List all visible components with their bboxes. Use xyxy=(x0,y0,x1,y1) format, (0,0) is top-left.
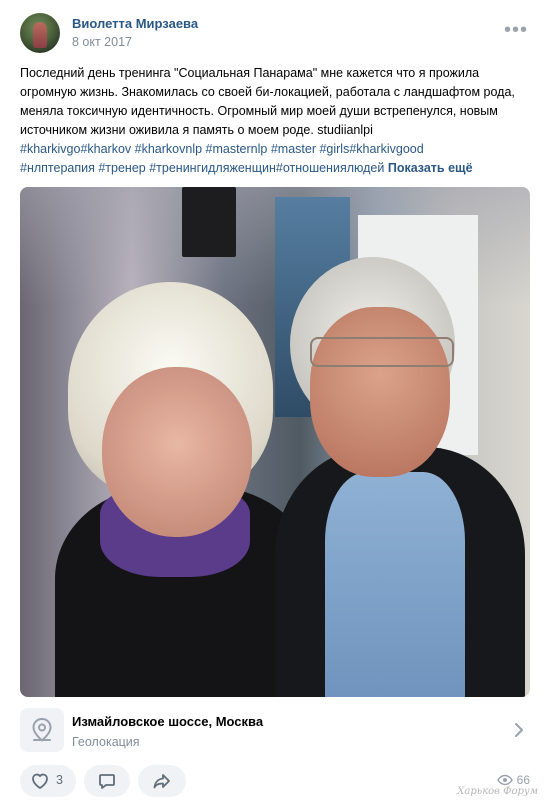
comment-icon xyxy=(97,771,117,796)
person-right-face xyxy=(310,307,450,477)
location-row[interactable]: Измайловское шоссе, Москва Геолокация xyxy=(20,708,532,756)
speaker-shape xyxy=(182,187,236,257)
heart-icon xyxy=(30,771,50,796)
author-name[interactable]: Виолетта Мирзаева xyxy=(72,16,198,31)
location-pin-icon xyxy=(20,708,64,752)
location-subtitle: Геолокация xyxy=(72,735,140,749)
person-right-glasses xyxy=(310,337,454,367)
person-right-shirt xyxy=(325,472,465,697)
views-count: 66 xyxy=(516,773,530,787)
post-actions: 3 66 xyxy=(20,765,532,797)
avatar[interactable] xyxy=(20,13,60,53)
show-more-link[interactable]: Показать ещё xyxy=(388,161,473,175)
post-header: Виолетта Мирзаева 8 окт 2017 ••• xyxy=(20,13,532,57)
hashtags-line-1[interactable]: #kharkivgo#kharkov #kharkovnlp #masternl… xyxy=(20,140,532,159)
watermark: Харьков Форум xyxy=(457,786,538,797)
person-left-face xyxy=(102,367,252,537)
eye-icon xyxy=(496,774,513,786)
chevron-right-icon xyxy=(510,718,528,742)
like-count: 3 xyxy=(56,773,63,787)
post-text: Последний день тренинга "Социальная Пана… xyxy=(20,66,515,137)
views-counter: 66 xyxy=(496,773,530,787)
post-date[interactable]: 8 окт 2017 xyxy=(72,35,132,49)
more-options-icon[interactable]: ••• xyxy=(504,20,528,40)
share-button[interactable] xyxy=(138,765,186,797)
location-title: Измайловское шоссе, Москва xyxy=(72,714,264,729)
comment-button[interactable] xyxy=(84,765,130,797)
hashtags-line-2: #нлптерапия #тренер #тренингидляженщин#о… xyxy=(20,159,532,178)
like-button[interactable]: 3 xyxy=(20,765,76,797)
hashtags-line-2-text[interactable]: #нлптерапия #тренер #тренингидляженщин#о… xyxy=(20,161,384,175)
post-photo[interactable] xyxy=(20,187,530,697)
share-icon xyxy=(152,771,172,796)
post-hashtags: #kharkivgo#kharkov #kharkovnlp #masternl… xyxy=(20,140,532,178)
